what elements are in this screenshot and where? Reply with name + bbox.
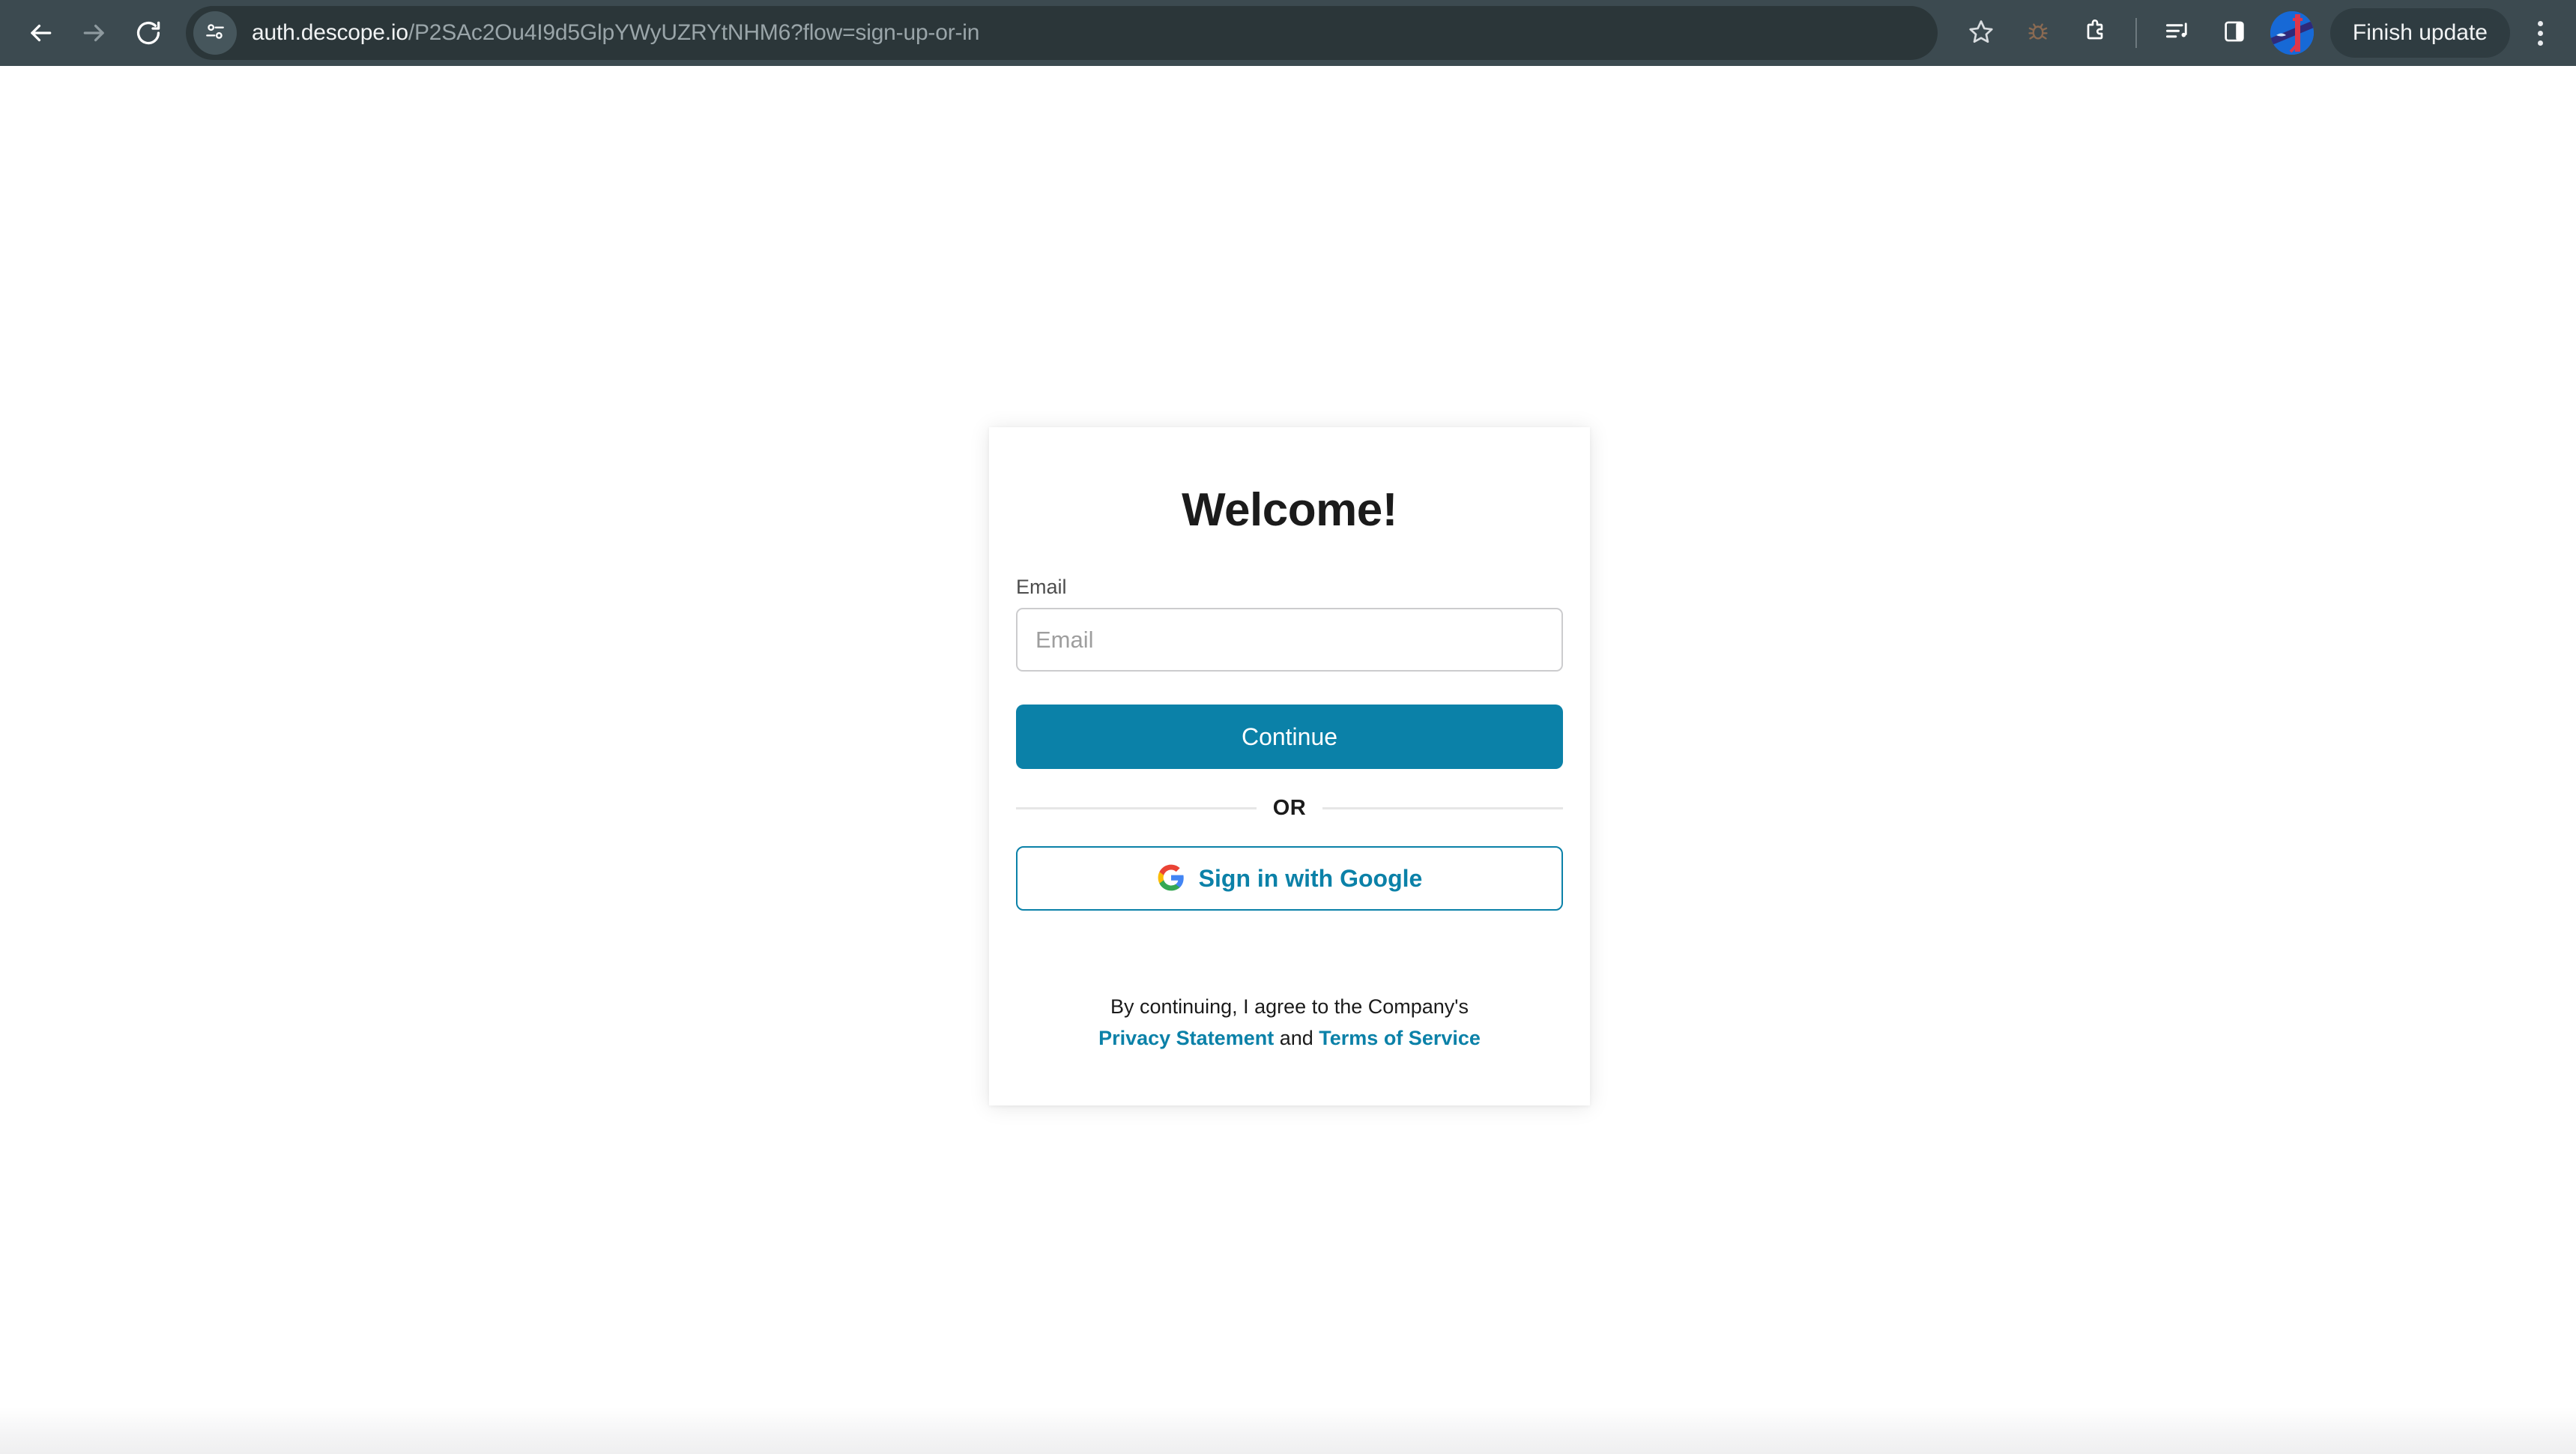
- divider-label: OR: [1272, 796, 1307, 820]
- forward-button[interactable]: [67, 6, 121, 60]
- sign-in-with-google-button[interactable]: Sign in with Google: [1016, 846, 1563, 911]
- legal-text: By continuing, I agree to the Company's …: [1016, 992, 1563, 1055]
- browser-toolbar: auth.descope.io/P2SAc2Ou4I9d5GlpYWyUZRYt…: [0, 0, 2576, 66]
- profile-avatar[interactable]: [2270, 11, 2314, 55]
- bug-icon: [2025, 19, 2051, 48]
- finish-update-button[interactable]: Finish update: [2329, 8, 2510, 58]
- reload-button[interactable]: [121, 6, 175, 60]
- google-button-label: Sign in with Google: [1198, 864, 1423, 892]
- media-playlist-icon: [2164, 18, 2191, 49]
- side-panel-button[interactable]: [2207, 6, 2261, 60]
- privacy-statement-link[interactable]: Privacy Statement: [1098, 1027, 1274, 1049]
- legal-conjunction: and: [1274, 1026, 1319, 1049]
- toolbar-actions: Finish update: [1954, 6, 2563, 60]
- continue-button[interactable]: Continue: [1016, 705, 1563, 769]
- extensions-puzzle-icon: [2081, 18, 2108, 49]
- page-title: Welcome!: [1182, 484, 1397, 536]
- reload-icon: [134, 19, 163, 47]
- email-label: Email: [1016, 576, 1067, 598]
- google-g-icon: [1157, 863, 1185, 894]
- page-viewport: Welcome! Email Continue OR Sign in with …: [0, 66, 2576, 1454]
- star-icon: [1968, 18, 1995, 49]
- or-divider: OR: [1016, 796, 1563, 821]
- email-input[interactable]: [1016, 608, 1563, 672]
- extensions-button[interactable]: [2068, 6, 2122, 60]
- site-info-button[interactable]: [193, 11, 237, 55]
- site-settings-tune-icon: [203, 19, 227, 47]
- legal-line-2: Privacy Statement and Terms of Service: [1016, 1023, 1563, 1055]
- three-dot-menu-icon[interactable]: [2518, 6, 2563, 60]
- arrow-left-icon: [26, 19, 55, 47]
- legal-line-1: By continuing, I agree to the Company's: [1110, 995, 1469, 1018]
- divider-line-left: [1016, 807, 1257, 809]
- media-control-button[interactable]: [2150, 6, 2204, 60]
- auth-card: Welcome! Email Continue OR Sign in with …: [989, 427, 1590, 1105]
- back-button[interactable]: [13, 6, 67, 60]
- url-host: auth.descope.io: [252, 20, 408, 45]
- avatar-image: [2270, 11, 2314, 55]
- bookmark-button[interactable]: [1954, 6, 2008, 60]
- divider-line-right: [1322, 807, 1563, 809]
- side-panel-icon: [2222, 19, 2247, 48]
- url-path: /P2SAc2Ou4I9d5GlpYWyUZRYtNHM6?flow=sign-…: [408, 20, 980, 45]
- bug-report-button[interactable]: [2011, 6, 2065, 60]
- toolbar-divider: [2135, 18, 2137, 48]
- terms-of-service-link[interactable]: Terms of Service: [1319, 1027, 1481, 1049]
- url-text: auth.descope.io/P2SAc2Ou4I9d5GlpYWyUZRYt…: [252, 20, 979, 46]
- arrow-right-icon: [80, 19, 109, 47]
- address-bar[interactable]: auth.descope.io/P2SAc2Ou4I9d5GlpYWyUZRYt…: [186, 6, 1938, 60]
- page-bottom-band: [0, 1408, 2576, 1454]
